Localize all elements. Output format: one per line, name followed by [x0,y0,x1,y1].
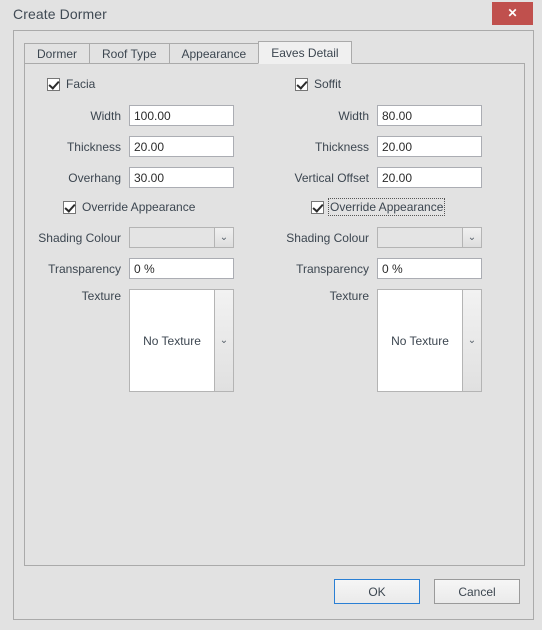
close-icon[interactable]: ✕ [492,2,533,25]
tab-roof-type[interactable]: Roof Type [89,43,170,64]
page-title: Create Dormer [13,6,107,22]
chevron-down-icon[interactable]: ⌄ [462,290,481,391]
soffit-texture-selector[interactable]: No Texture ⌄ [377,289,482,392]
soffit-vertical-offset-row: Vertical Offset [281,167,482,188]
tab-strip: Dormer Roof Type Appearance Eaves Detail [24,41,352,64]
facia-width-row: Width [33,105,234,126]
facia-thickness-input[interactable] [129,136,234,157]
chevron-down-icon[interactable]: ⌄ [214,290,233,391]
facia-overhang-input[interactable] [129,167,234,188]
soffit-override-label: Override Appearance [327,198,446,216]
facia-checkbox[interactable] [47,77,60,91]
chevron-down-icon: ⌄ [214,228,233,247]
facia-texture-row: Texture No Texture ⌄ [33,289,234,392]
facia-label: Facia [66,77,96,91]
ok-button[interactable]: OK [334,579,420,604]
facia-overhang-row: Overhang [33,167,234,188]
soffit-texture-row: Texture No Texture ⌄ [281,289,482,392]
soffit-enable-row[interactable]: Soffit [295,76,341,92]
soffit-group: Soffit Width Thickness Vertical Offset O… [281,64,531,565]
facia-override-row[interactable]: Override Appearance [63,199,195,215]
facia-override-checkbox[interactable] [63,200,76,214]
facia-texture-selector[interactable]: No Texture ⌄ [129,289,234,392]
facia-override-label: Override Appearance [82,200,196,214]
soffit-shading-colour-combo[interactable]: ⌄ [377,227,482,248]
soffit-transparency-input[interactable] [377,258,482,279]
facia-shading-colour-label: Shading Colour [38,230,121,245]
facia-shading-colour-row: Shading Colour ⌄ [33,227,234,248]
eaves-detail-panel: Facia Width Thickness Overhang Override … [24,63,525,566]
facia-transparency-row: Transparency [33,258,234,279]
cancel-button[interactable]: Cancel [434,579,520,604]
facia-shading-colour-combo[interactable]: ⌄ [129,227,234,248]
tab-appearance[interactable]: Appearance [168,43,260,64]
facia-shading-colour-value [130,228,214,247]
chevron-down-icon: ⌄ [462,228,481,247]
soffit-checkbox[interactable] [295,77,308,91]
soffit-vertical-offset-label: Vertical Offset [294,170,369,185]
facia-texture-label: Texture [81,289,121,303]
tab-eaves-detail[interactable]: Eaves Detail [258,41,352,64]
soffit-transparency-label: Transparency [296,261,369,276]
facia-transparency-label: Transparency [48,261,121,276]
soffit-shading-colour-row: Shading Colour ⌄ [281,227,482,248]
tab-dormer[interactable]: Dormer [24,43,91,64]
soffit-vertical-offset-input[interactable] [377,167,482,188]
soffit-width-input[interactable] [377,105,482,126]
soffit-label: Soffit [314,77,342,91]
soffit-thickness-label: Thickness [314,139,369,154]
facia-texture-value: No Texture [130,290,214,391]
soffit-texture-value: No Texture [378,290,462,391]
soffit-override-checkbox[interactable] [311,200,324,214]
soffit-shading-colour-value [378,228,462,247]
soffit-override-row[interactable]: Override Appearance [311,198,446,216]
facia-thickness-row: Thickness [33,136,234,157]
soffit-shading-colour-label: Shading Colour [286,230,369,245]
soffit-thickness-input[interactable] [377,136,482,157]
soffit-width-row: Width [281,105,482,126]
facia-width-label: Width [90,108,121,123]
soffit-texture-label: Texture [329,289,369,303]
title-bar: Create Dormer ✕ [0,0,542,30]
facia-width-input[interactable] [129,105,234,126]
soffit-transparency-row: Transparency [281,258,482,279]
facia-enable-row[interactable]: Facia [47,76,95,92]
facia-transparency-input[interactable] [129,258,234,279]
soffit-thickness-row: Thickness [281,136,482,157]
soffit-width-label: Width [338,108,369,123]
facia-group: Facia Width Thickness Overhang Override … [33,64,283,565]
facia-overhang-label: Overhang [68,170,121,185]
facia-thickness-label: Thickness [66,139,121,154]
